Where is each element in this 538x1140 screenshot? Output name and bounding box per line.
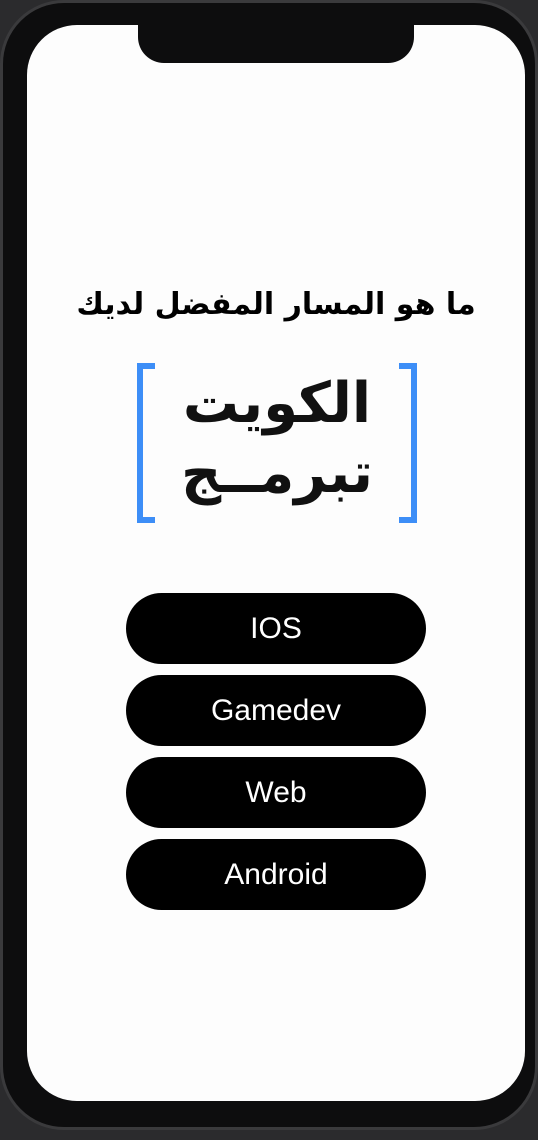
android-button[interactable]: Android xyxy=(126,839,426,910)
kuwait-codes-logo: الكويت تبرمــج xyxy=(137,363,417,527)
gamedev-button[interactable]: Gamedev xyxy=(126,675,426,746)
path-options: IOS Gamedev Web Android xyxy=(126,593,426,921)
logo-left-bracket xyxy=(137,363,155,523)
web-button[interactable]: Web xyxy=(126,757,426,828)
phone-screen: ما هو المسار المفضل لديك الكويت تبرمــج … xyxy=(27,25,525,1101)
device-notch xyxy=(138,25,414,63)
phone-frame: ما هو المسار المفضل لديك الكويت تبرمــج … xyxy=(0,0,538,1130)
logo-text-line1: الكويت xyxy=(182,371,372,436)
ios-button[interactable]: IOS xyxy=(126,593,426,664)
logo-text-line2: تبرمــج xyxy=(180,441,374,506)
logo-right-bracket xyxy=(399,363,417,523)
page-title: ما هو المسار المفضل لديك xyxy=(76,287,476,322)
